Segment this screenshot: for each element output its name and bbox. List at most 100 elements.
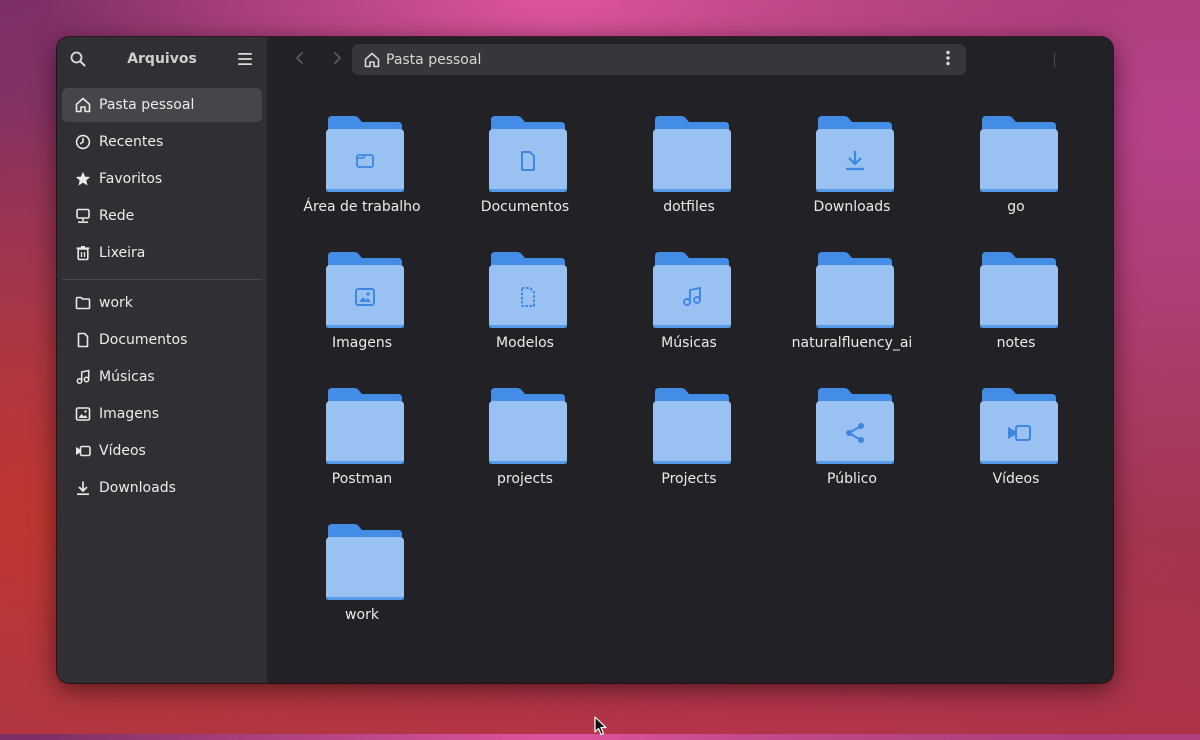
folder-icon [489, 386, 567, 464]
music-icon [75, 369, 91, 385]
folder-item[interactable]: Projects [614, 374, 764, 504]
chevron-right-icon [330, 50, 344, 69]
image-icon [75, 406, 91, 422]
chevron-left-icon [293, 50, 307, 69]
sidebar-item-documents[interactable]: Documentos [62, 323, 262, 357]
forward-button[interactable] [322, 44, 352, 75]
file-manager-window: Arquivos Pasta pessoal Recentes Favorito… [57, 37, 1113, 683]
sidebar-separator [62, 279, 262, 280]
content-area: Pasta pessoal Área de trabalho Documento… [267, 37, 1113, 683]
location-bar[interactable]: Pasta pessoal [352, 44, 966, 75]
folder-icon [326, 250, 404, 328]
download-icon [75, 480, 91, 496]
folder-item[interactable]: dotfiles [614, 102, 764, 232]
header-bar: Pasta pessoal [267, 37, 1113, 82]
folder-item[interactable]: Modelos [450, 238, 600, 368]
folder-item[interactable]: Downloads [777, 102, 927, 232]
folder-name: notes [996, 335, 1036, 351]
sidebar-item-label: Documentos [99, 332, 188, 348]
folder-item[interactable]: Postman [287, 374, 437, 504]
hamburger-menu-icon [237, 52, 253, 66]
trash-icon [75, 245, 91, 261]
folder-item[interactable]: Área de trabalho [287, 102, 437, 232]
folder-item[interactable]: Imagens [287, 238, 437, 368]
back-button[interactable] [285, 44, 315, 75]
folder-name: Músicas [661, 335, 717, 351]
folder-name: Documentos [480, 199, 570, 215]
sidebar-item-label: Favoritos [99, 171, 163, 187]
sidebar-item-label: Lixeira [99, 245, 146, 261]
sidebar-header: Arquivos [57, 37, 267, 82]
folder-item[interactable]: projects [450, 374, 600, 504]
folder-icon [653, 250, 731, 328]
folder-name: Área de trabalho [303, 199, 421, 215]
folder-icon [980, 114, 1058, 192]
folder-name: Imagens [331, 335, 392, 351]
location-menu-button[interactable] [936, 48, 960, 72]
document-icon [75, 332, 91, 348]
sidebar-item-starred[interactable]: Favoritos [62, 162, 262, 196]
toolbar-separator [1054, 53, 1055, 67]
folder-icon [653, 114, 731, 192]
folder-icon [980, 250, 1058, 328]
sidebar-item-label: Vídeos [99, 443, 146, 459]
location-label[interactable]: Pasta pessoal [386, 52, 481, 68]
network-icon [75, 208, 91, 224]
folder-name: Público [827, 471, 877, 487]
sidebar-item-label: Pasta pessoal [99, 97, 195, 113]
folder-name: Modelos [496, 335, 554, 351]
folder-icon [816, 114, 894, 192]
folder-icon [816, 386, 894, 464]
folder-name: Vídeos [992, 471, 1040, 487]
folder-icon [326, 386, 404, 464]
folder-item[interactable]: Público [777, 374, 927, 504]
folder-icon [326, 522, 404, 600]
folder-item[interactable]: Documentos [450, 102, 600, 232]
mouse-pointer-icon [594, 716, 608, 740]
folder-item[interactable]: go [941, 102, 1091, 232]
sidebar-item-work[interactable]: work [62, 286, 262, 320]
folder-name: dotfiles [663, 199, 715, 215]
star-icon [75, 171, 91, 187]
folder-name: Downloads [813, 199, 891, 215]
folder-item[interactable]: notes [941, 238, 1091, 368]
folder-icon [489, 114, 567, 192]
sidebar-item-label: Imagens [99, 406, 160, 422]
folder-icon [326, 114, 404, 192]
sidebar-item-recent[interactable]: Recentes [62, 125, 262, 159]
folder-icon [653, 386, 731, 464]
clock-icon [75, 134, 91, 150]
folder-item[interactable]: Vídeos [941, 374, 1091, 504]
sidebar-item-network[interactable]: Rede [62, 199, 262, 233]
folder-name: Projects [661, 471, 717, 487]
sidebar-item-label: Downloads [99, 480, 176, 496]
sidebar-item-pictures[interactable]: Imagens [62, 397, 262, 431]
folder-name: projects [497, 471, 553, 487]
folder-name: Postman [331, 471, 393, 487]
sidebar-item-downloads[interactable]: Downloads [62, 471, 262, 505]
vertical-dots-icon [946, 50, 950, 70]
folder-item[interactable]: work [287, 510, 437, 640]
sidebar-item-label: Músicas [99, 369, 155, 385]
sidebar-item-label: Recentes [99, 134, 164, 150]
sidebar-item-home[interactable]: Pasta pessoal [62, 88, 262, 122]
folder-name: naturalfluency_ai [791, 335, 913, 351]
sidebar: Arquivos Pasta pessoal Recentes Favorito… [57, 37, 267, 683]
sidebar-item-label: Rede [99, 208, 135, 224]
sidebar-item-music[interactable]: Músicas [62, 360, 262, 394]
sidebar-item-label: work [99, 295, 133, 311]
folder-icon [816, 250, 894, 328]
home-icon [75, 97, 91, 113]
folder-icon [980, 386, 1058, 464]
main-menu-button[interactable] [230, 44, 260, 74]
sidebar-item-trash[interactable]: Lixeira [62, 236, 262, 270]
folder-item[interactable]: Músicas [614, 238, 764, 368]
folder-item[interactable]: naturalfluency_ai [777, 238, 927, 368]
folder-name: work [345, 607, 379, 623]
folder-name: go [1007, 199, 1025, 215]
folder-icon [75, 295, 91, 311]
folder-icon [489, 250, 567, 328]
home-icon [364, 52, 380, 68]
sidebar-item-videos[interactable]: Vídeos [62, 434, 262, 468]
video-icon [75, 443, 91, 459]
